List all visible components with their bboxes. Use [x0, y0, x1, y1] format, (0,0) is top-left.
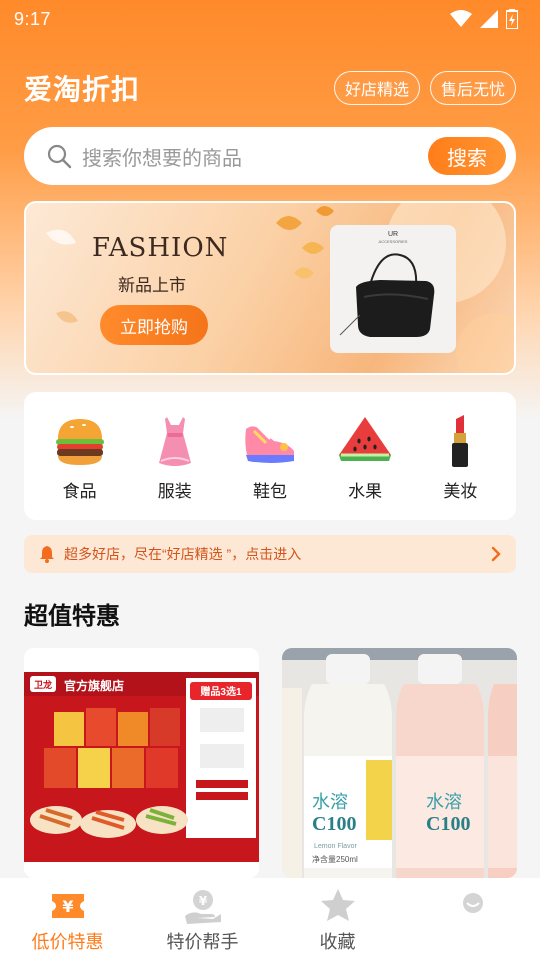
section-title: 超值特惠	[24, 603, 120, 630]
handbag-image: UR ACCESSORIES	[330, 225, 456, 353]
status-bar: 9:17	[0, 0, 540, 38]
category-label: 食品	[62, 481, 97, 501]
product-flavor: Lemon Flavor	[314, 843, 357, 850]
app-header: 爱淘折扣 好店精选 售后无忧	[24, 66, 516, 110]
notice-bar[interactable]: 超多好店，尽在“好店精选 ”，点击进入	[24, 535, 516, 573]
chevron-right-icon	[491, 546, 501, 562]
tab-profile[interactable]	[413, 889, 533, 951]
category-grid: 食品 服装 鞋包 水果 美妆	[24, 392, 516, 520]
tab-label: 低价特惠	[31, 932, 104, 952]
banner-subtitle: 新品上市	[118, 276, 186, 296]
category-label: 美妆	[443, 481, 478, 501]
category-food[interactable]: 食品	[40, 411, 120, 502]
wifi-icon	[450, 10, 472, 27]
after-sales-button[interactable]: 售后无忧	[429, 71, 516, 105]
category-label: 水果	[348, 481, 383, 501]
tab-label: 收藏	[319, 932, 356, 952]
bell-icon	[40, 546, 54, 563]
category-fruit[interactable]: 水果	[325, 411, 405, 502]
watermelon-icon	[339, 416, 392, 461]
profile-icon	[462, 893, 483, 913]
product-image: 卫龙 官方旗舰店 赠品3选1	[24, 648, 259, 878]
tab-favorites[interactable]: 收藏	[278, 886, 398, 954]
sneaker-icon	[245, 425, 294, 463]
category-makeup[interactable]: 美妆	[420, 411, 500, 502]
search-button[interactable]: 搜索	[428, 137, 506, 175]
category-label: 服装	[157, 481, 192, 501]
product-card[interactable]: 水溶 C100 Lemon Flavor 净含量250ml 水溶 C100	[282, 648, 517, 878]
product-promo: 赠品3选1	[200, 685, 242, 698]
category-shoes-bags[interactable]: 鞋包	[230, 411, 310, 502]
product-brand: 水溶	[312, 792, 348, 812]
lipstick-icon	[452, 414, 469, 467]
category-clothing[interactable]: 服装	[135, 411, 215, 502]
category-label: 鞋包	[252, 481, 287, 501]
status-icons	[450, 9, 518, 29]
buy-now-button[interactable]: 立即抢购	[100, 305, 208, 345]
burger-icon	[55, 418, 104, 465]
tab-label: 特价帮手	[166, 932, 239, 952]
product-volume: 净含量250ml	[312, 854, 358, 864]
header-actions: 好店精选 售后无忧	[333, 71, 516, 105]
notice-text: 超多好店，尽在“好店精选 ”，点击进入	[64, 546, 302, 562]
product-image: 水溶 C100 Lemon Flavor 净含量250ml 水溶 C100	[282, 648, 517, 878]
banner-title: FASHION	[92, 233, 229, 263]
battery-icon	[506, 9, 518, 29]
promo-banner[interactable]: FASHION 新品上市 立即抢购 UR ACCESSORIES	[24, 201, 516, 375]
status-time: 9:17	[14, 8, 52, 29]
search-input[interactable]: 搜索你想要的商品	[82, 142, 428, 171]
product-name-2: C100	[426, 813, 470, 835]
coupon-icon: ¥	[51, 894, 84, 918]
app-title: 爱淘折扣	[24, 74, 141, 105]
product-brand-2: 水溶	[426, 792, 462, 812]
signal-icon	[480, 10, 498, 28]
bottom-tab-bar: ¥ 低价特惠 ¥ 特价帮手 收藏	[0, 878, 540, 960]
money-hand-icon: ¥	[184, 890, 221, 924]
svg-text:¥: ¥	[198, 894, 207, 908]
star-icon	[320, 889, 355, 921]
product-brand: 卫龙	[34, 679, 52, 690]
search-bar[interactable]: 搜索你想要的商品 搜索	[24, 127, 516, 185]
svg-text:¥: ¥	[62, 897, 73, 916]
good-stores-button[interactable]: 好店精选	[333, 71, 420, 105]
product-name: C100	[312, 813, 356, 835]
handbag-icon	[339, 253, 435, 337]
product-card[interactable]: 卫龙 官方旗舰店 赠品3选1	[24, 648, 259, 878]
product-store-label: 官方旗舰店	[64, 678, 124, 693]
search-icon	[47, 144, 72, 169]
tab-bargain-helper[interactable]: ¥ 特价帮手	[143, 886, 263, 954]
tab-discounts[interactable]: ¥ 低价特惠	[8, 886, 128, 954]
dress-icon	[158, 416, 191, 466]
